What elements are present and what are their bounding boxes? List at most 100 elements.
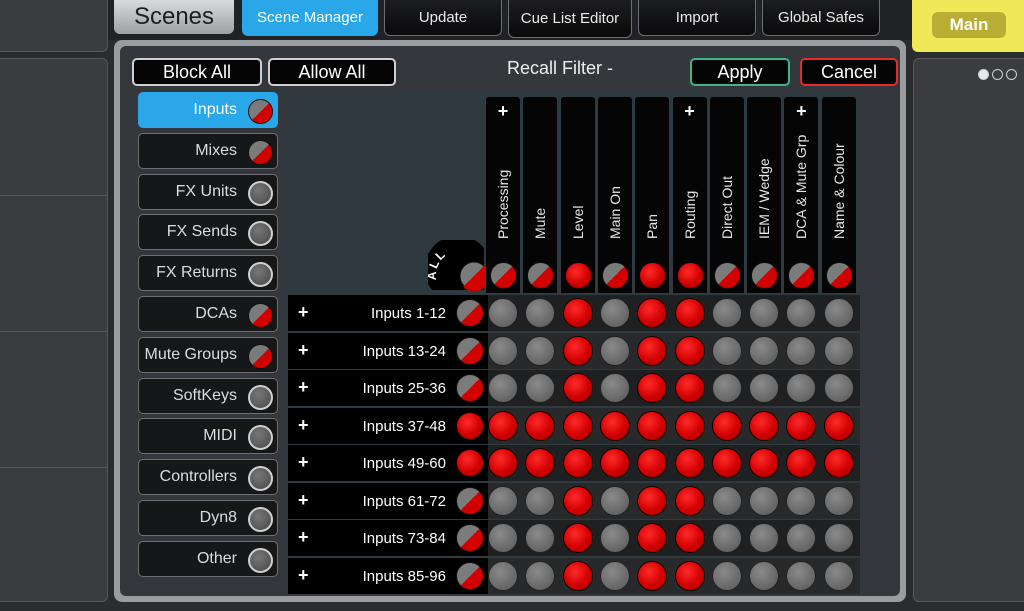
cancel-button[interactable]: Cancel: [800, 58, 898, 86]
filter-cell[interactable]: [525, 523, 556, 553]
filter-cell[interactable]: [488, 523, 518, 553]
row-switch[interactable]: [456, 561, 484, 590]
filter-cell[interactable]: [749, 448, 780, 478]
filter-cell[interactable]: [674, 523, 705, 553]
tab-scene-manager[interactable]: Scene Manager: [242, 0, 378, 36]
filter-cell[interactable]: [749, 485, 780, 516]
filter-cell[interactable]: [599, 523, 630, 553]
category-controllers[interactable]: Controllers: [138, 459, 278, 496]
expand-icon[interactable]: +: [298, 302, 309, 323]
column-switch[interactable]: [490, 262, 517, 289]
filter-cell[interactable]: [488, 298, 518, 328]
filter-cell[interactable]: [711, 560, 742, 591]
category-softkeys[interactable]: SoftKeys: [138, 377, 278, 414]
row-switch[interactable]: [456, 486, 484, 515]
main-button[interactable]: Main: [932, 12, 1006, 38]
filter-cell[interactable]: [823, 523, 854, 553]
filter-cell[interactable]: [637, 298, 668, 328]
tab-import[interactable]: Import: [638, 0, 756, 36]
tab-update[interactable]: Update: [384, 0, 502, 36]
category-midi[interactable]: MIDI: [138, 418, 278, 455]
filter-cell[interactable]: [749, 410, 780, 441]
tab-global-safes[interactable]: Global Safes: [762, 0, 880, 36]
category-switch[interactable]: [248, 139, 273, 165]
column-switch[interactable]: [713, 262, 741, 289]
category-switch[interactable]: [248, 547, 273, 573]
column-switch[interactable]: [564, 262, 592, 289]
filter-cell[interactable]: [786, 298, 817, 328]
filter-cell[interactable]: [749, 335, 780, 366]
expand-icon[interactable]: +: [486, 101, 520, 122]
row-switch[interactable]: [456, 374, 484, 402]
expand-icon[interactable]: +: [298, 527, 309, 548]
allow-all-button[interactable]: Allow All: [268, 58, 396, 86]
filter-cell[interactable]: [711, 523, 742, 553]
filter-cell[interactable]: [674, 373, 705, 403]
tab-cue-list-editor[interactable]: Cue List Editor: [508, 0, 632, 38]
block-all-button[interactable]: Block All: [132, 58, 262, 86]
category-fx-sends[interactable]: FX Sends: [138, 214, 278, 251]
filter-cell[interactable]: [599, 335, 630, 366]
row-switch[interactable]: [456, 299, 484, 327]
filter-cell[interactable]: [674, 560, 705, 591]
all-toggle[interactable]: ALL: [428, 240, 488, 292]
filter-cell[interactable]: [562, 560, 593, 591]
filter-cell[interactable]: [599, 485, 630, 516]
filter-cell[interactable]: [749, 560, 780, 591]
filter-cell[interactable]: [637, 335, 668, 366]
filter-cell[interactable]: [562, 410, 593, 441]
filter-cell[interactable]: [637, 485, 668, 516]
filter-cell[interactable]: [637, 373, 668, 403]
expand-icon[interactable]: +: [298, 452, 309, 473]
category-switch[interactable]: [248, 99, 273, 124]
category-switch[interactable]: [248, 384, 273, 410]
category-switch[interactable]: [248, 343, 273, 369]
category-dcas[interactable]: DCAs: [138, 296, 278, 332]
filter-cell[interactable]: [786, 485, 817, 516]
expand-icon[interactable]: +: [298, 565, 309, 586]
category-other[interactable]: Other: [138, 540, 278, 577]
filter-cell[interactable]: [823, 373, 854, 403]
filter-cell[interactable]: [488, 485, 518, 516]
expand-icon[interactable]: +: [298, 415, 309, 436]
category-switch[interactable]: [248, 466, 273, 492]
filter-cell[interactable]: [823, 448, 854, 478]
category-switch[interactable]: [248, 303, 273, 328]
filter-cell[interactable]: [488, 448, 518, 478]
expand-icon[interactable]: +: [298, 377, 309, 398]
category-switch[interactable]: [248, 507, 273, 532]
filter-cell[interactable]: [823, 335, 854, 366]
filter-cell[interactable]: [786, 448, 817, 478]
column-switch[interactable]: [601, 262, 629, 289]
filter-cell[interactable]: [674, 335, 705, 366]
category-switch[interactable]: [248, 180, 273, 206]
column-switch[interactable]: [751, 262, 779, 289]
filter-cell[interactable]: [562, 335, 593, 366]
column-switch[interactable]: [527, 262, 555, 289]
page-dot[interactable]: [978, 69, 989, 80]
left-top-tab[interactable]: [0, 0, 108, 52]
row-switch[interactable]: [456, 336, 484, 365]
filter-cell[interactable]: [637, 448, 668, 478]
filter-cell[interactable]: [525, 485, 556, 516]
filter-cell[interactable]: [786, 373, 817, 403]
filter-cell[interactable]: [674, 448, 705, 478]
filter-cell[interactable]: [823, 560, 854, 591]
expand-icon[interactable]: +: [298, 490, 309, 511]
category-mute-groups[interactable]: Mute Groups: [138, 336, 278, 373]
filter-cell[interactable]: [711, 485, 742, 516]
category-switch[interactable]: [248, 221, 273, 247]
filter-cell[interactable]: [525, 560, 556, 591]
page-dot[interactable]: [1006, 69, 1017, 80]
filter-cell[interactable]: [674, 298, 705, 328]
filter-cell[interactable]: [823, 485, 854, 516]
filter-cell[interactable]: [786, 523, 817, 553]
filter-cell[interactable]: [488, 410, 518, 441]
filter-cell[interactable]: [711, 335, 742, 366]
column-switch[interactable]: [788, 262, 816, 289]
filter-cell[interactable]: [599, 410, 630, 441]
filter-cell[interactable]: [599, 373, 630, 403]
filter-cell[interactable]: [488, 373, 518, 403]
filter-cell[interactable]: [599, 560, 630, 591]
category-fx-returns[interactable]: FX Returns: [138, 255, 278, 292]
